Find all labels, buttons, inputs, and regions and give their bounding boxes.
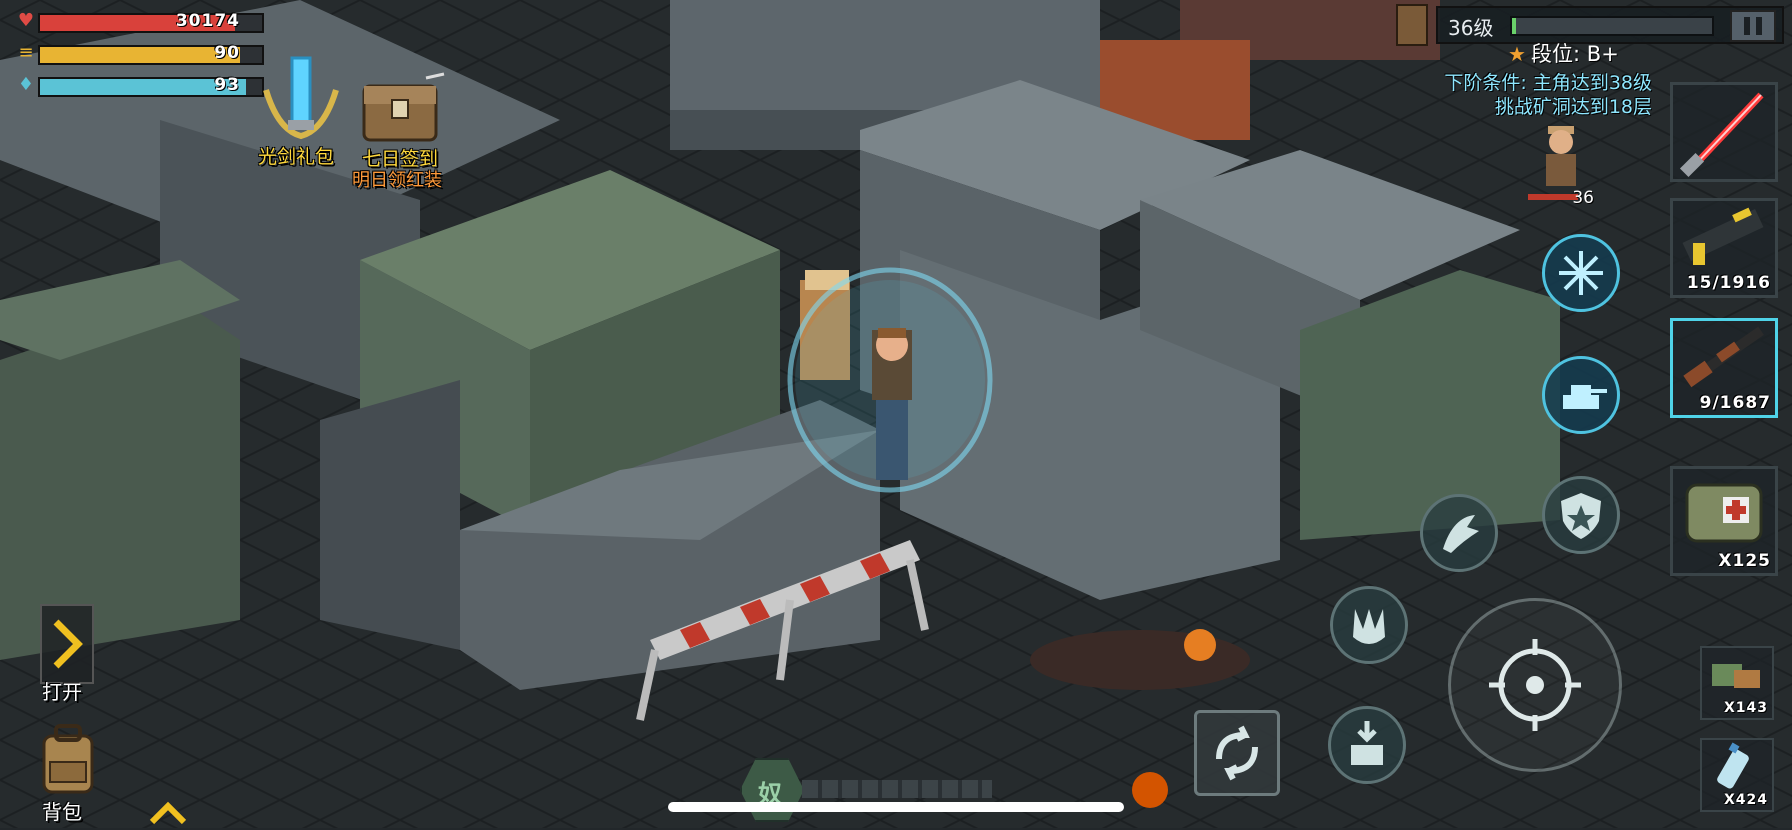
companion-portrait[interactable]: 36 (1528, 118, 1594, 216)
turret-button[interactable] (1542, 356, 1620, 434)
xp-fill (1512, 18, 1516, 34)
medkit-bag-icon (1685, 483, 1763, 543)
companion-level: 36 (1572, 188, 1594, 208)
consumable-ration[interactable]: X143 (1700, 646, 1774, 720)
hunger-value: 90 (214, 43, 240, 63)
chevron-up-icon[interactable] (146, 796, 190, 826)
next-rank-line1: 下阶条件: 主角达到38级 (1444, 72, 1652, 94)
bag-label: 背包 (42, 800, 82, 824)
chevron-right-icon (53, 619, 83, 669)
water-drop-icon: ♦ (17, 74, 35, 95)
backpack-icon (42, 724, 94, 794)
rank-row: ★ 段位: B+ (1508, 38, 1619, 68)
water-value: 93 (214, 75, 240, 95)
saber-pack-label: 光剑礼包 (258, 146, 335, 168)
health-bar: ♥ 30174 (16, 10, 264, 33)
container-green-left (0, 260, 240, 660)
companion-avatar (1546, 126, 1576, 186)
shield-skill-button[interactable] (1542, 476, 1620, 554)
lightsaber-icon (1679, 92, 1764, 178)
journal-book-icon[interactable] (1396, 4, 1428, 46)
dash-icon (1443, 515, 1479, 553)
blaster-rifle-icon (1682, 207, 1764, 265)
pause-bar-left (1744, 17, 1750, 35)
pickup-arrow-icon (1351, 721, 1383, 765)
swap-weapon-button[interactable] (1194, 710, 1280, 796)
pause-bar-right (1756, 17, 1762, 35)
water-count: X424 (1723, 792, 1768, 808)
water-bottle-icon (1717, 742, 1749, 789)
shield-icon (1561, 493, 1601, 539)
level-label: 36级 (1448, 16, 1494, 40)
open-panel-button[interactable] (40, 604, 94, 684)
hunger-fill (40, 47, 240, 63)
quick-bar-slots (802, 780, 992, 798)
home-indicator (668, 802, 1124, 812)
burger-icon: ≡ (18, 42, 34, 63)
skill-freeze-button[interactable] (1542, 234, 1620, 312)
pickup-button[interactable] (1328, 706, 1406, 784)
weapon-slot-lightsaber[interactable] (1670, 82, 1778, 182)
rifle-ammo-count: 15/1916 (1686, 273, 1771, 293)
health-value: 30174 (175, 11, 240, 31)
medkit-count: X125 (1718, 551, 1771, 571)
star-icon: ★ (1508, 42, 1526, 66)
companion-hp-bar (1528, 194, 1578, 200)
item-slot-medkit[interactable]: X125 (1670, 466, 1778, 576)
heart-icon: ♥ (17, 10, 35, 31)
weapon-slot-rifle[interactable]: 15/1916 (1670, 198, 1778, 298)
seven-day-signin-button[interactable]: 七日签到 明日领红装 (352, 70, 460, 191)
skill-claw-button[interactable] (1330, 586, 1408, 664)
player-sprite (787, 267, 993, 493)
claw-icon (1353, 609, 1385, 644)
crosshair-icon (1489, 639, 1581, 731)
swap-icon (1216, 725, 1258, 781)
backpack-button[interactable] (36, 722, 100, 796)
treasure-chest-icon (362, 72, 445, 142)
saber-pack-button[interactable]: 光剑礼包 (258, 50, 344, 170)
xp-track (1510, 16, 1714, 36)
ration-pack-icon (1712, 664, 1760, 688)
saber-pack-icon (263, 56, 339, 140)
turret-icon (1563, 385, 1607, 409)
rank-label: 段位: B+ (1531, 42, 1619, 66)
ration-count: X143 (1723, 700, 1768, 716)
dodge-button[interactable] (1420, 494, 1498, 572)
shotgun-icon (1683, 326, 1764, 388)
hunger-bar: ≡ 90 (16, 42, 264, 65)
shotgun-ammo-count: 9/1687 (1699, 393, 1771, 413)
consumable-water[interactable]: X424 (1700, 738, 1774, 812)
snowflake-icon (1559, 251, 1603, 295)
weapon-slot-shotgun[interactable]: 9/1687 (1670, 318, 1778, 418)
aim-joystick[interactable] (1448, 598, 1622, 772)
seven-day-sublabel: 明日领红装 (352, 170, 442, 191)
pause-button[interactable] (1730, 10, 1776, 42)
water-bar: ♦ 93 (16, 74, 264, 97)
open-label: 打开 (42, 680, 82, 704)
next-rank-line2: 挑战矿洞达到18层 (1494, 96, 1652, 118)
